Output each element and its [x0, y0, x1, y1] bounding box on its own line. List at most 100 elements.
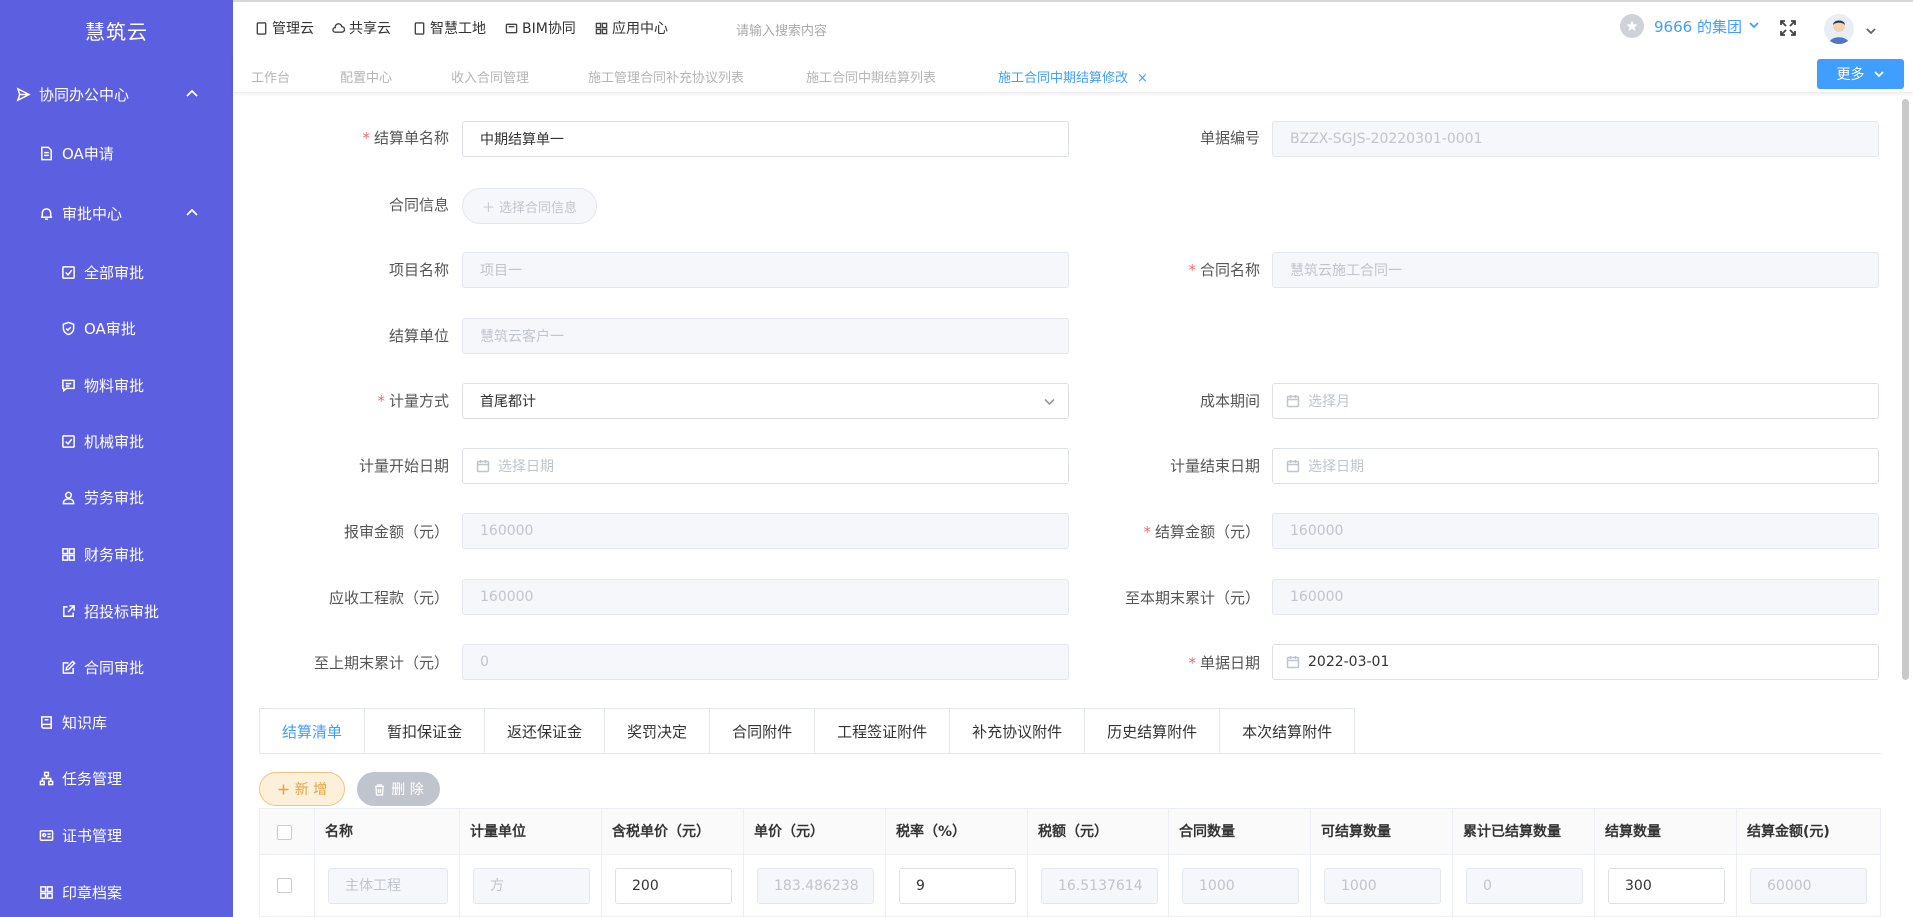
- label-cum-prev: 至上期末累计（元）: [313, 654, 449, 672]
- col-settle-qty: 结算数量: [1595, 809, 1737, 856]
- sidebar-item-knowledge-base[interactable]: 知识库: [0, 702, 233, 742]
- placeholder-text: 选择日期: [1308, 459, 1364, 475]
- select-all-cell: [260, 809, 315, 856]
- box-icon: [505, 23, 518, 33]
- measure-method-select[interactable]: 首尾都计: [462, 383, 1069, 419]
- sidebar-item-collab-office[interactable]: 协同办公中心: [0, 74, 233, 114]
- label-settle-amount: * 结算金额（元）: [1000, 521, 1260, 542]
- label-contract-name: * 合同名称: [1000, 259, 1260, 280]
- row-select-cell: [260, 855, 315, 917]
- table-row: 主体工程 方 200 183.486238 9 16.5137614 1000 …: [259, 855, 1881, 917]
- sidebar-item-label: 任务管理: [62, 769, 123, 788]
- col-unit: 计量单位: [460, 809, 602, 856]
- settle-qty-input[interactable]: 300: [1608, 868, 1725, 904]
- group-avatar-icon: [1620, 14, 1644, 38]
- sitemap-icon: [38, 770, 54, 786]
- topnav-smart-site[interactable]: 智慧工地: [413, 18, 486, 38]
- fullscreen-icon[interactable]: [1779, 19, 1797, 37]
- cell-cum-settled-qty: 0: [1453, 855, 1595, 917]
- cell-unit-price: 183.486238: [744, 855, 886, 917]
- scrollbar-thumb[interactable]: [1902, 99, 1909, 680]
- group-name: 9666 的集团: [1654, 17, 1742, 36]
- topnav-management-cloud[interactable]: 管理云: [255, 18, 314, 38]
- topnav-app-center[interactable]: 应用中心: [595, 18, 668, 38]
- label-text: 合同名称: [1199, 261, 1260, 279]
- sidebar-item-certificate-management[interactable]: 证书管理: [0, 815, 233, 855]
- tab-config-center[interactable]: 配置中心: [340, 67, 392, 86]
- tax-amount-input: 16.5137614: [1041, 868, 1158, 904]
- settle-amount-cell-input: 60000: [1750, 868, 1867, 904]
- cum-settled-qty-input: 0: [1466, 868, 1583, 904]
- label-cost-period: 成本期间: [1199, 392, 1260, 410]
- plus-icon: [278, 784, 289, 794]
- required-mark: *: [1188, 261, 1196, 279]
- report-amount-input: 160000: [462, 513, 1069, 549]
- label-measure-end: 计量结束日期: [1169, 457, 1260, 475]
- cost-period-picker[interactable]: 选择月: [1272, 383, 1879, 419]
- topnav-label: 共享云: [349, 21, 391, 37]
- tab-settlement-list[interactable]: 结算清单: [260, 709, 366, 754]
- contract-name-input: 慧筑云施工合同一: [1272, 252, 1879, 288]
- cum-current-input: 160000: [1272, 579, 1879, 615]
- detail-tabs: 结算清单 暂扣保证金 返还保证金 奖罚决定 合同附件 工程签证附件 补充协议附件…: [259, 708, 1356, 754]
- add-button[interactable]: 新 增: [259, 772, 345, 806]
- external-link-icon: [60, 603, 76, 619]
- col-tax-unit-price: 含税单价（元）: [602, 809, 744, 856]
- sidebar-item-label: OA审批: [84, 319, 136, 338]
- tab-current-attachment[interactable]: 本次结算附件: [1220, 709, 1354, 754]
- tablet-icon: [256, 21, 267, 35]
- tab-supplement-list[interactable]: 施工管理合同补充协议列表: [588, 67, 744, 86]
- sidebar-item-label: 财务审批: [84, 545, 145, 564]
- contract-qty-input: 1000: [1182, 868, 1299, 904]
- measure-start-picker[interactable]: 选择日期: [462, 448, 1069, 484]
- tab-interim-settlement-list[interactable]: 施工合同中期结算列表: [806, 67, 936, 86]
- tab-visa-attachment[interactable]: 工程签证附件: [815, 709, 951, 754]
- label-receivable: 应收工程款（元）: [328, 589, 449, 607]
- add-label: 新 增: [294, 782, 328, 798]
- sidebar-item-label: 证书管理: [62, 826, 123, 845]
- grid-icon: [38, 884, 54, 900]
- more-button[interactable]: 更多: [1817, 59, 1904, 89]
- col-tax-rate: 税率（%）: [886, 809, 1028, 856]
- tab-income-contract[interactable]: 收入合同管理: [451, 67, 529, 86]
- tab-return-deposit[interactable]: 返还保证金: [485, 709, 606, 754]
- delete-button[interactable]: 删 除: [357, 772, 440, 806]
- close-icon[interactable]: ×: [1137, 71, 1148, 86]
- sidebar-item-labor-approval[interactable]: 劳务审批: [0, 477, 233, 517]
- cell-settle-amount: 60000: [1737, 855, 1880, 917]
- tab-contract-attachment[interactable]: 合同附件: [710, 709, 816, 754]
- tab-withheld-deposit[interactable]: 暂扣保证金: [365, 709, 486, 754]
- calendar-icon: [1286, 655, 1300, 669]
- page-tabs-bar: 工作台 配置中心 收入合同管理 施工管理合同补充协议列表 施工合同中期结算列表 …: [233, 55, 1913, 93]
- doc-date-picker[interactable]: 2022-03-01: [1272, 644, 1879, 680]
- user-avatar[interactable]: [1824, 14, 1854, 44]
- tab-reward-penalty[interactable]: 奖罚决定: [605, 709, 711, 754]
- measure-end-picker[interactable]: 选择日期: [1272, 448, 1879, 484]
- tab-supplement-attachment[interactable]: 补充协议附件: [950, 709, 1086, 754]
- send-icon: [15, 86, 31, 102]
- select-contract-button[interactable]: ＋ 选择合同信息: [462, 188, 597, 224]
- tax-rate-input[interactable]: 9: [899, 868, 1016, 904]
- sidebar-item-task-management[interactable]: 任务管理: [0, 758, 233, 798]
- label-project-name: 项目名称: [388, 261, 449, 279]
- group-selector[interactable]: 9666 的集团: [1620, 14, 1760, 38]
- topnav-shared-cloud[interactable]: 共享云: [332, 18, 391, 38]
- topnav-bim[interactable]: BIM协同: [505, 18, 576, 38]
- select-all-checkbox[interactable]: [277, 825, 292, 840]
- book-icon: [38, 714, 54, 730]
- label-text: 结算单名称: [373, 129, 449, 147]
- tab-workbench[interactable]: 工作台: [251, 67, 290, 86]
- tab-history-attachment[interactable]: 历史结算附件: [1085, 709, 1221, 754]
- tax-unit-price-input[interactable]: 200: [615, 868, 732, 904]
- cell-tax-unit-price: 200: [602, 855, 744, 917]
- bell-icon: [38, 205, 54, 221]
- chevron-down-icon[interactable]: [1865, 23, 1877, 35]
- settlement-name-input[interactable]: 中期结算单一: [462, 121, 1069, 157]
- placeholder-text: 选择日期: [498, 459, 554, 475]
- settleable-qty-input: 1000: [1324, 868, 1441, 904]
- col-unit-price: 单价（元）: [744, 809, 886, 856]
- row-checkbox[interactable]: [277, 878, 292, 893]
- tab-interim-settlement-edit[interactable]: 施工合同中期结算修改 ×: [998, 67, 1148, 86]
- search-input[interactable]: 请输入搜索内容: [736, 20, 827, 39]
- sidebar-item-seal-archive[interactable]: 印章档案: [0, 872, 233, 912]
